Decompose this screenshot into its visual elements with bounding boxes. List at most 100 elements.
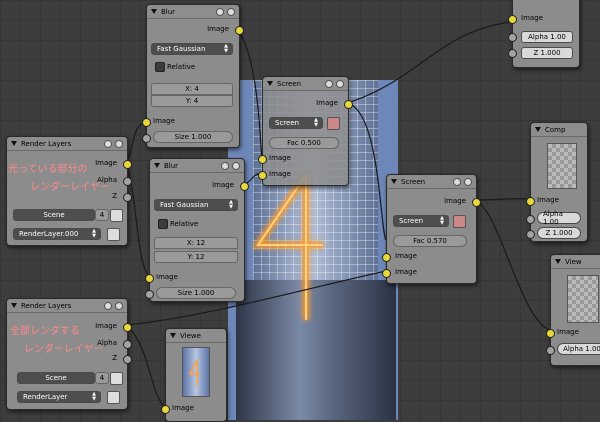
preview-toggle-icon[interactable] [221,162,229,170]
z-output-socket[interactable] [123,193,132,202]
collapse-icon[interactable] [11,303,17,308]
alpha-input-socket[interactable] [526,215,535,224]
viewer-node[interactable]: Viewe Image [161,328,227,422]
alpha-input-socket[interactable] [546,346,555,355]
image-label: Image [557,328,579,336]
size-field[interactable]: Size 1.000 [153,131,233,143]
image-input-socket[interactable] [526,197,535,206]
scene-select[interactable]: Scene [17,372,95,384]
composite-preview [547,143,577,189]
collapse-icon[interactable] [535,127,541,132]
blur-node-1[interactable]: Blur Image Fast Gaussian ▲ ▼ Relative X: 4… [142,4,244,148]
screen-node-header[interactable]: Screen [263,77,348,91]
scene-unlink-icon[interactable] [110,209,123,222]
alpha-field[interactable]: Alpha 1.00 [521,31,573,43]
z-field[interactable]: Z 1.000 [521,47,573,59]
blur-node-2[interactable]: Blur Image Fast Gaussian ▲ ▼ Relative X: 1… [145,158,249,302]
render-button-icon[interactable] [107,228,120,241]
options-toggle-icon[interactable] [336,80,344,88]
size-input-socket[interactable] [142,134,151,143]
preview-toggle-icon[interactable] [104,302,112,310]
relative-checkbox[interactable] [155,62,165,72]
alpha-output-socket[interactable] [123,177,132,186]
preview-toggle-icon[interactable] [325,80,333,88]
fac-field[interactable]: Fac 0.570 [393,235,467,247]
x-size-field[interactable]: X: 4 [151,83,233,95]
scene-select[interactable]: Scene [13,209,95,221]
screen-mix-node-1[interactable]: Screen Image Screen ▲ ▼ Fac 0.500 Image Im… [258,76,353,186]
blend-type-select[interactable]: Screen ▲ ▼ [269,117,323,129]
x-size-field[interactable]: X: 12 [154,237,238,249]
image-output-socket[interactable] [240,182,249,191]
y-size-field[interactable]: Y: 4 [151,95,233,107]
y-size-field[interactable]: Y: 12 [154,251,238,263]
options-toggle-icon[interactable] [115,302,123,310]
node-title: View [565,257,582,266]
image-output-socket[interactable] [123,160,132,169]
collapse-icon[interactable] [555,259,561,264]
image-output-socket[interactable] [344,100,353,109]
image-input-socket[interactable] [142,118,151,127]
filter-type-select[interactable]: Fast Gaussian ▲ ▼ [151,43,233,55]
z-field[interactable]: Z 1.000 [537,227,581,239]
alpha-input-socket[interactable] [508,33,517,42]
use-alpha-icon[interactable] [453,215,466,228]
image-b-input-socket[interactable] [258,171,267,180]
render-layers-header[interactable]: Render Layers [7,137,127,151]
composite-node-top[interactable]: Image Alpha 1.00 Z 1.000 [508,0,580,68]
image-input-socket[interactable] [546,329,555,338]
render-button-icon[interactable] [107,391,120,404]
render-layers-header[interactable]: Render Layers [7,299,127,313]
image-output-label: Image [207,25,229,33]
preview-toggle-icon[interactable] [104,140,112,148]
screen-node-header[interactable]: Screen [387,175,476,189]
collapse-icon[interactable] [391,179,397,184]
collapse-icon[interactable] [151,9,157,14]
composite-node-header[interactable]: Comp [531,123,587,137]
image-input-socket[interactable] [145,274,154,283]
render-layer-select[interactable]: RenderLayer.000 ▲ ▼ [13,228,101,240]
render-layer-select[interactable]: RenderLayer ▲ ▼ [17,391,101,403]
image-a-label: Image [395,252,417,260]
collapse-icon[interactable] [170,333,176,338]
filter-type-select[interactable]: Fast Gaussian ▲ ▼ [154,199,238,211]
alpha-output-socket[interactable] [123,340,132,349]
image-input-socket[interactable] [508,15,517,24]
image-input-socket[interactable] [161,405,170,414]
image-a-input-socket[interactable] [258,155,267,164]
image-b-input-socket[interactable] [382,269,391,278]
alpha-field[interactable]: Alpha 1.00 [537,210,581,226]
use-alpha-icon[interactable] [327,117,340,130]
z-output-label: Z [112,192,117,200]
fac-field[interactable]: Fac 0.500 [269,137,339,149]
image-output-socket[interactable] [123,323,132,332]
z-input-socket[interactable] [508,49,517,58]
image-output-socket[interactable] [472,198,481,207]
collapse-icon[interactable] [11,141,17,146]
relative-checkbox[interactable] [158,219,168,229]
collapse-icon[interactable] [267,81,273,86]
size-field[interactable]: Size 1.000 [156,287,236,299]
image-output-socket[interactable] [235,26,244,35]
options-toggle-icon[interactable] [232,162,240,170]
blur-node-header[interactable]: Blur [147,5,239,19]
collapse-icon[interactable] [154,163,160,168]
preview-toggle-icon[interactable] [216,8,224,16]
screen-mix-node-2[interactable]: Screen Image Screen ▲ ▼ Fac 0.570 Image Im… [382,174,481,284]
scene-unlink-icon[interactable] [110,372,123,385]
blend-type-select[interactable]: Screen ▲ ▼ [393,215,449,227]
options-toggle-icon[interactable] [464,178,472,186]
options-toggle-icon[interactable] [115,140,123,148]
size-input-socket[interactable] [145,290,154,299]
viewer-node-right[interactable]: View Image Alpha 1.00 [546,254,600,366]
image-a-input-socket[interactable] [382,253,391,262]
z-output-socket[interactable] [123,355,132,364]
options-toggle-icon[interactable] [227,8,235,16]
viewer-node-header[interactable]: Viewe [166,329,226,343]
composite-node[interactable]: Comp Image Alpha 1.00 Z 1.000 [526,122,588,242]
z-input-socket[interactable] [526,230,535,239]
blur-node-header[interactable]: Blur [150,159,244,173]
preview-toggle-icon[interactable] [453,178,461,186]
alpha-field[interactable]: Alpha 1.00 [557,343,600,355]
viewer-node-header[interactable]: View [551,255,600,269]
